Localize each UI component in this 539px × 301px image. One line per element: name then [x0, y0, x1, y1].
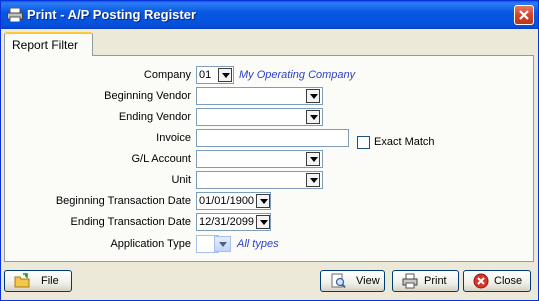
- window-title: Print - A/P Posting Register: [27, 7, 197, 22]
- tab-report-filter[interactable]: Report Filter: [4, 32, 93, 56]
- gl-account-label: G/L Account: [131, 153, 191, 165]
- ending-vendor-dropdown-button[interactable]: [306, 110, 320, 124]
- ending-date-dropdown-button[interactable]: [256, 215, 270, 229]
- close-icon: [519, 10, 529, 20]
- gl-account-field[interactable]: [196, 150, 323, 168]
- gl-account-dropdown-button[interactable]: [306, 152, 320, 166]
- ending-vendor-field[interactable]: [196, 108, 323, 126]
- company-label: Company: [143, 69, 191, 81]
- ending-vendor-label: Ending Vendor: [118, 111, 191, 123]
- unit-field[interactable]: [196, 171, 323, 189]
- application-type-dropdown-button[interactable]: [214, 236, 231, 252]
- tab-label: Report Filter: [12, 38, 79, 52]
- company-value: 01: [199, 69, 212, 81]
- application-type-label: Application Type: [110, 238, 191, 250]
- company-dropdown-button[interactable]: [218, 68, 232, 82]
- printer-icon: [7, 8, 23, 22]
- close-circle-icon: [473, 273, 489, 289]
- invoice-label: Invoice: [156, 132, 191, 144]
- invoice-field[interactable]: [196, 129, 349, 147]
- close-button[interactable]: Close: [463, 270, 531, 292]
- view-icon: [331, 273, 346, 289]
- beginning-transaction-date-label: Beginning Transaction Date: [55, 195, 191, 207]
- beginning-date-dropdown-button[interactable]: [256, 194, 270, 208]
- print-button[interactable]: Print: [392, 270, 459, 292]
- print-icon: [402, 273, 418, 289]
- beginning-vendor-dropdown-button[interactable]: [306, 89, 320, 103]
- print-dialog-window: Print - A/P Posting Register Report Filt…: [0, 0, 539, 301]
- unit-label: Unit: [171, 174, 191, 186]
- close-button-label: Close: [494, 275, 523, 287]
- window-close-button[interactable]: [514, 5, 534, 25]
- folder-icon: [14, 273, 30, 288]
- exact-match-label: Exact Match: [374, 136, 435, 148]
- print-button-label: Print: [424, 275, 447, 287]
- company-name-note: My Operating Company: [239, 69, 356, 81]
- unit-dropdown-button[interactable]: [306, 173, 320, 187]
- file-button-label: File: [41, 275, 59, 287]
- application-type-note: All types: [237, 238, 279, 250]
- title-bar[interactable]: Print - A/P Posting Register: [1, 1, 538, 29]
- beginning-vendor-label: Beginning Vendor: [104, 90, 191, 102]
- beginning-transaction-date-value: 01/01/1900: [199, 195, 255, 207]
- beginning-vendor-field[interactable]: [196, 87, 323, 105]
- file-button[interactable]: File: [4, 270, 72, 292]
- ending-transaction-date-value: 12/31/2099: [199, 216, 255, 228]
- exact-match-checkbox[interactable]: [357, 136, 370, 149]
- ending-transaction-date-label: Ending Transaction Date: [70, 216, 191, 228]
- view-button-label: View: [356, 275, 380, 287]
- view-button[interactable]: View: [320, 270, 385, 292]
